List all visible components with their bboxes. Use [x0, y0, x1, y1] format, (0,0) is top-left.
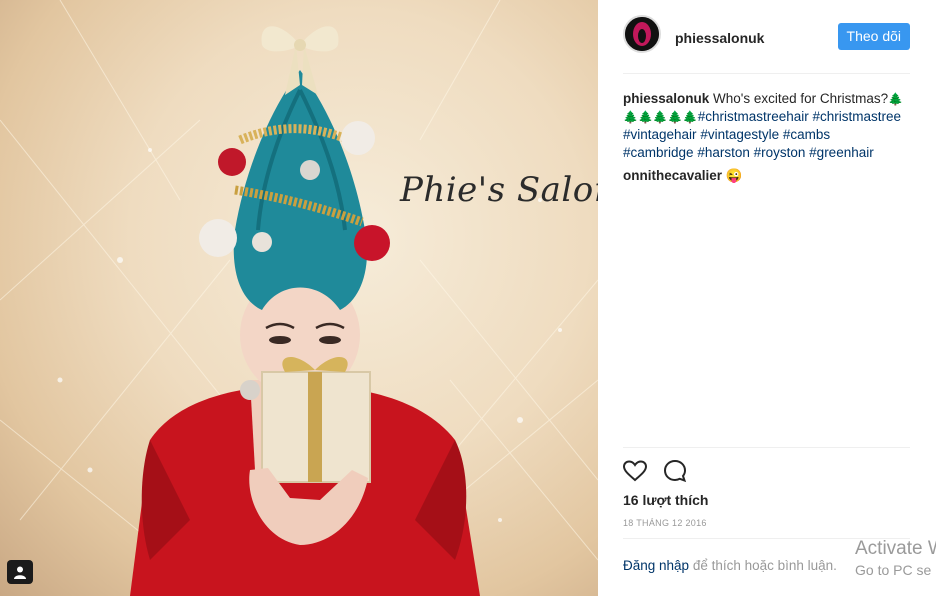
salon-watermark-text: Phie's Salon — [400, 170, 598, 210]
post-date: 18 THÁNG 12 2016 — [623, 518, 707, 528]
hashtag[interactable]: #royston — [754, 145, 806, 160]
tree-emoji: 🌲 — [888, 92, 904, 106]
comment-emoji: 😜 — [725, 168, 743, 183]
heart-icon[interactable] — [622, 458, 648, 484]
hashtag[interactable]: #christmastreehair — [698, 109, 809, 124]
watermark-line2: Go to PC se — [855, 562, 932, 578]
hashtag[interactable]: #vintagehair — [623, 127, 697, 142]
hashtag[interactable]: #cambridge — [623, 145, 694, 160]
comment-icon[interactable] — [662, 458, 688, 484]
post-photo[interactable]: Phie's Salon — [0, 0, 598, 596]
login-link[interactable]: Đăng nhập — [623, 558, 689, 573]
header-username[interactable]: phiessalonuk — [675, 30, 764, 46]
caption-username[interactable]: phiessalonuk — [623, 91, 709, 106]
hashtag[interactable]: #harston — [697, 145, 750, 160]
post-side-panel: phiessalonuk Theo dõi phiessalonuk Who's… — [598, 0, 936, 596]
follow-button[interactable]: Theo dõi — [837, 23, 910, 50]
hashtag[interactable]: #greenhair — [809, 145, 874, 160]
hashtag[interactable]: #cambs — [783, 127, 830, 142]
login-prompt: Đăng nhập để thích hoặc bình luận. — [623, 558, 837, 573]
caption-text: Who's excited for Christmas? — [713, 91, 889, 106]
photo-illustration — [0, 0, 598, 596]
hashtag[interactable]: #vintagestyle — [700, 127, 779, 142]
activate-windows-watermark: Activate W Go to PC se — [855, 538, 936, 578]
login-prompt-text: để thích hoặc bình luận. — [689, 558, 837, 573]
tree-emoji-row: 🌲🌲🌲🌲🌲 — [623, 110, 698, 124]
avatar-logo — [625, 17, 659, 51]
watermark-line1: Activate W — [855, 538, 936, 559]
user-silhouette-icon — [14, 566, 26, 579]
comment-username[interactable]: onnithecavalier — [623, 168, 722, 183]
avatar[interactable] — [623, 15, 661, 53]
divider — [623, 447, 910, 448]
hashtag[interactable]: #christmastree — [813, 109, 902, 124]
user-tag-icon[interactable] — [7, 560, 33, 584]
post-header: phiessalonuk Theo dõi — [623, 15, 910, 74]
comment-row: onnithecavalier 😜 — [623, 168, 743, 184]
likes-count[interactable]: 16 lượt thích — [623, 492, 708, 508]
post-caption: phiessalonuk Who's excited for Christmas… — [623, 90, 913, 162]
